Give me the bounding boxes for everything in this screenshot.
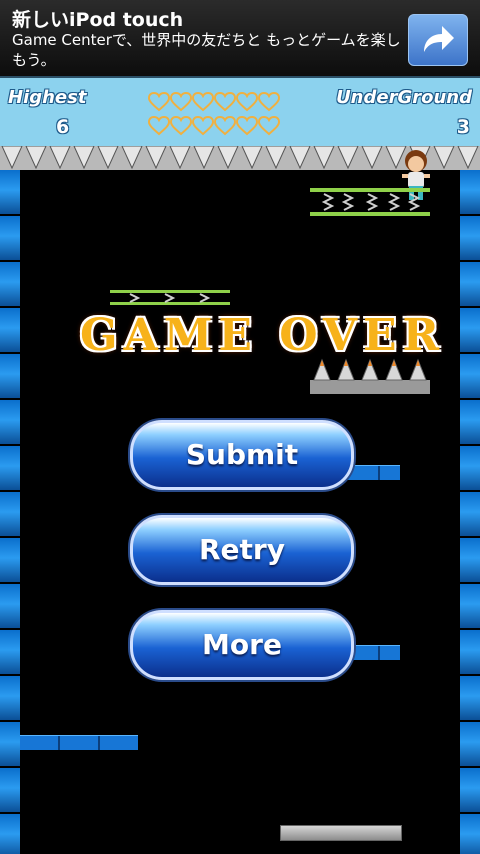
share-button[interactable] (408, 14, 468, 66)
game-over-title: GAME OVER (80, 310, 446, 361)
underground-value: 3 (456, 116, 470, 138)
more-label: More (202, 628, 282, 661)
heart-icon (192, 116, 214, 136)
submit-button[interactable]: Submit (130, 420, 354, 490)
heart-icon (214, 116, 236, 136)
brick-platform (20, 735, 138, 750)
heart-icon (258, 116, 280, 136)
ad-title: 新しいiPod touch (12, 9, 184, 31)
highest-value: 6 (56, 116, 70, 138)
retry-button[interactable]: Retry (130, 515, 354, 585)
heart-icon (170, 92, 192, 112)
ad-text: Game Centerで、世界中の友だちと もっとゲームを楽しもう。 (12, 31, 401, 69)
left-wall (0, 170, 20, 854)
heart-icon (258, 92, 280, 112)
heart-icon (214, 92, 236, 112)
spike-trap (310, 358, 430, 394)
submit-label: Submit (185, 438, 299, 471)
more-button[interactable]: More (130, 610, 354, 680)
stone-platform (280, 825, 402, 841)
heart-icon (236, 116, 258, 136)
right-wall (460, 170, 480, 854)
share-arrow-icon (424, 26, 454, 52)
heart-icon (236, 92, 258, 112)
heart-icon (170, 116, 192, 136)
heart-icon (148, 116, 170, 136)
score-hud: Highest 6 UnderGround 3 (0, 76, 480, 148)
spring-platform (310, 188, 430, 216)
underground-label: UnderGround (336, 87, 472, 108)
ad-banner[interactable]: 新しいiPod touch Game Centerで、世界中の友だちと もっとゲ… (0, 0, 480, 76)
highest-label: Highest (8, 87, 87, 108)
heart-icon (192, 92, 214, 112)
spring-platform-2 (110, 290, 230, 305)
lives-hearts (148, 92, 288, 140)
retry-label: Retry (199, 533, 285, 566)
heart-icon (148, 92, 170, 112)
